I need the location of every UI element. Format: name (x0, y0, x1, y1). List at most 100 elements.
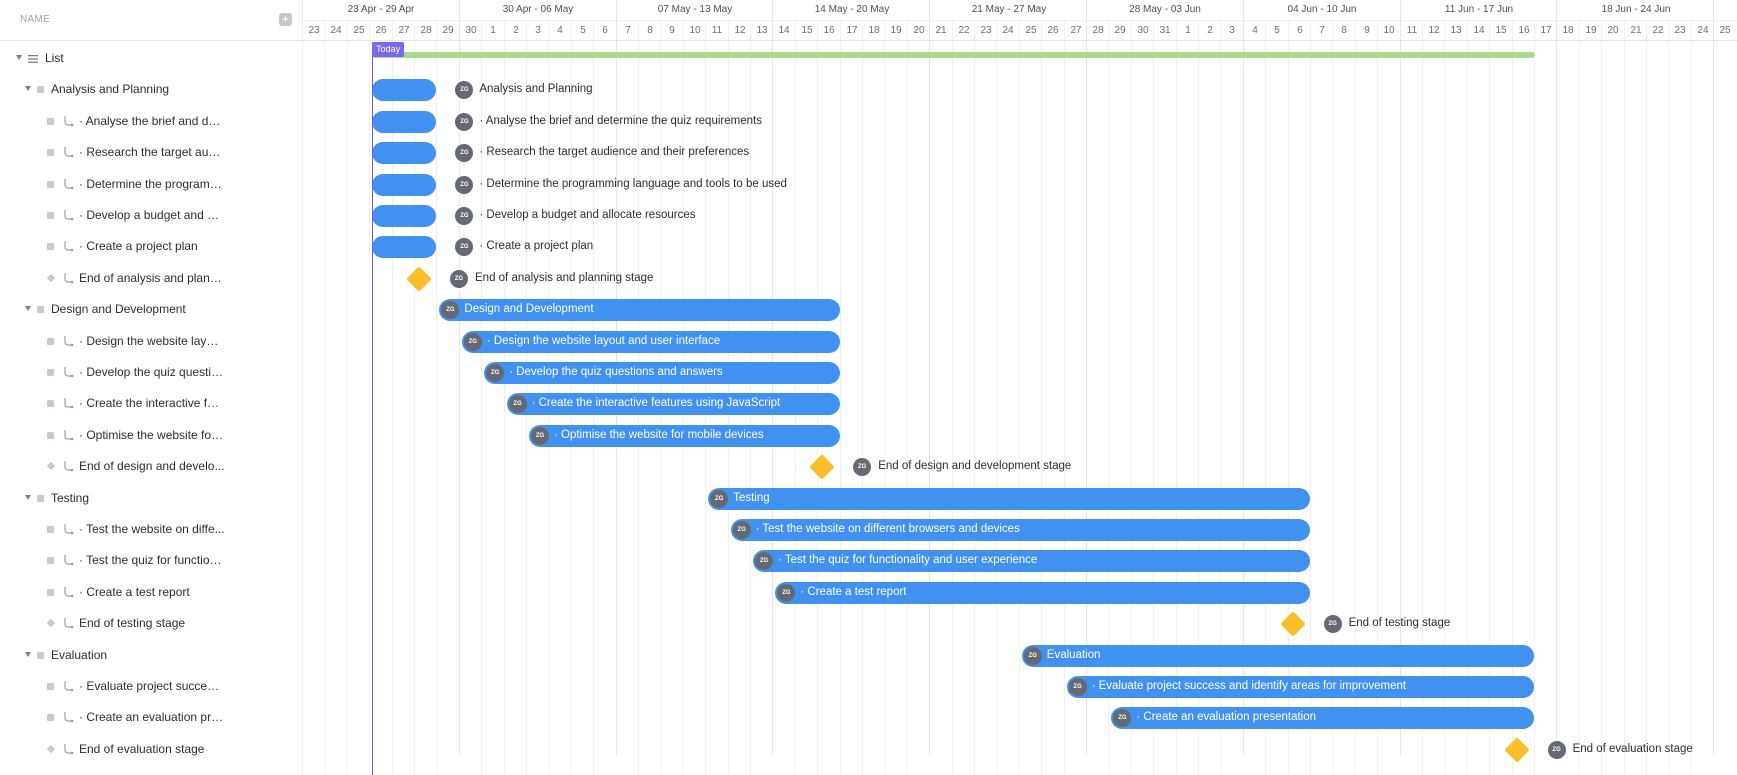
assignee-avatar[interactable]: ZG (463, 332, 482, 351)
milestone-label: End of analysis and planning stage (475, 271, 654, 284)
sidebar-row[interactable]: · Determine the programm... (0, 172, 302, 200)
task-bar[interactable] (372, 236, 437, 259)
assignee-avatar[interactable]: ZG (853, 458, 872, 477)
day-label: 24 (1002, 25, 1014, 36)
task-bar[interactable]: ZG · Test the website on different browse… (730, 519, 1310, 541)
task-bar[interactable]: ZG · Create the interactive features usin… (506, 393, 840, 416)
sidebar-row[interactable]: · Develop the quiz questio... (0, 360, 302, 388)
grid-line (1534, 20, 1535, 775)
task-bar[interactable]: ZG Testing (708, 487, 1310, 510)
caret-down-icon[interactable] (25, 651, 31, 657)
sidebar-row[interactable]: Design and Development (0, 297, 302, 325)
sidebar-row[interactable]: · Create the interactive fea... (0, 391, 302, 419)
task-bar[interactable]: ZG · Design the website layout and user i… (461, 330, 840, 353)
sidebar-row[interactable]: · Design the website layou... (0, 329, 302, 357)
day-label: 19 (890, 25, 902, 36)
assignee-avatar[interactable]: ZG (455, 207, 474, 225)
assignee-avatar[interactable]: ZG (455, 144, 474, 163)
sidebar-row[interactable]: Evaluation (0, 643, 302, 671)
sidebar-row[interactable]: List (0, 46, 302, 74)
day-label: 26 (375, 25, 387, 36)
task-label: · Design the website layout and user int… (486, 334, 721, 347)
task-bar[interactable] (372, 79, 437, 102)
milestone-diamond-icon[interactable] (1503, 737, 1530, 763)
sidebar-row[interactable]: · Create a project plan (0, 234, 302, 262)
sidebar-row[interactable]: · Test the website on diffe... (0, 517, 302, 545)
gantt-timeline: 23 Apr - 29 Apr 30 Apr - 06 May 07 May - 1… (302, 0, 1737, 775)
sidebar-row[interactable]: End of evaluation stage (0, 737, 302, 765)
task-label: Testing (733, 491, 770, 504)
sidebar-row[interactable]: End of testing stage (0, 611, 302, 639)
assignee-avatar[interactable]: ZG (777, 583, 796, 602)
status-square-icon (47, 683, 54, 690)
assignee-avatar[interactable]: ZG (1023, 646, 1042, 665)
subtask-link-icon (63, 115, 74, 128)
task-bar[interactable] (372, 110, 437, 133)
day-label: 30 (1137, 25, 1149, 36)
assignee-avatar[interactable]: ZG (450, 269, 468, 288)
assignee-avatar[interactable]: ZG (1113, 709, 1132, 728)
sidebar-row[interactable]: Testing (0, 486, 302, 514)
day-label: 25 (1025, 25, 1037, 36)
milestone-diamond-icon[interactable] (406, 266, 432, 292)
task-bar[interactable]: ZG Design and Development (439, 299, 840, 322)
task-bar[interactable]: ZG · Optimise the website for mobile devi… (529, 424, 840, 447)
task-bar[interactable]: ZG · Evaluate project success and identif… (1066, 676, 1534, 698)
list-summary-bar[interactable] (372, 52, 1535, 58)
assignee-avatar[interactable]: ZG (1068, 678, 1087, 696)
today-badge[interactable]: Today (372, 42, 405, 57)
task-bar[interactable] (372, 142, 437, 165)
task-bar[interactable]: ZG · Develop the quiz questions and answe… (484, 362, 840, 384)
task-label: · Develop the quiz questions and answers (509, 366, 723, 378)
assignee-avatar[interactable]: ZG (1547, 740, 1566, 759)
grid-line (974, 20, 975, 775)
assignee-avatar[interactable]: ZG (486, 364, 505, 382)
task-bar[interactable]: ZG · Test the quiz for functionality and … (753, 550, 1310, 573)
sidebar-row[interactable]: · Create an evaluation pre... (0, 705, 302, 733)
day-label: 16 (1518, 25, 1530, 36)
sidebar-row[interactable]: End of analysis and planni... (0, 266, 302, 294)
task-bar[interactable] (372, 173, 437, 196)
assignee-avatar[interactable]: ZG (1323, 615, 1342, 634)
milestone-diamond-icon[interactable] (809, 454, 835, 480)
sidebar-row[interactable]: · Research the target audi... (0, 140, 302, 168)
caret-down-icon[interactable] (25, 86, 31, 92)
assignee-avatar[interactable]: ZG (508, 395, 527, 414)
assignee-avatar[interactable]: ZG (455, 238, 474, 257)
task-label: · Create an evaluation presentation (1136, 711, 1317, 724)
task-bar[interactable]: ZG · Create an evaluation presentation (1111, 707, 1534, 730)
sidebar-row[interactable]: · Create a test report (0, 580, 302, 608)
sidebar-row[interactable]: · Develop a budget and all... (0, 203, 302, 231)
caret-down-icon[interactable] (25, 494, 31, 500)
subtask-link-icon (63, 554, 74, 567)
task-bar[interactable] (372, 205, 437, 227)
assignee-avatar[interactable]: ZG (710, 489, 729, 508)
grid-line (1624, 20, 1625, 775)
assignee-avatar[interactable]: ZG (531, 426, 549, 445)
milestone-diamond-icon[interactable] (1279, 611, 1306, 637)
day-label: 11 (1406, 25, 1418, 36)
assignee-avatar[interactable]: ZG (732, 521, 751, 539)
caret-down-icon[interactable] (16, 55, 22, 60)
assignee-avatar[interactable]: ZG (455, 81, 474, 100)
grid-line (1668, 20, 1669, 775)
sidebar-row[interactable]: · Analyse the brief and det... (0, 109, 302, 137)
sidebar-row[interactable]: · Test the quiz for function... (0, 548, 302, 576)
task-bar[interactable]: ZG Evaluation (1021, 644, 1534, 667)
assignee-avatar[interactable]: ZG (455, 175, 474, 194)
sidebar-row[interactable]: End of design and develo... (0, 454, 302, 482)
assignee-avatar[interactable]: ZG (755, 552, 773, 571)
add-column-icon[interactable]: + (279, 13, 292, 26)
day-label: 9 (669, 25, 675, 36)
task-bar[interactable]: ZG · Create a test report (775, 581, 1310, 604)
assignee-avatar[interactable]: ZG (455, 112, 474, 131)
status-square-icon (37, 494, 44, 502)
grid-line (1019, 20, 1020, 775)
sidebar-row[interactable]: · Optimise the website for ... (0, 423, 302, 451)
sidebar-row[interactable]: Analysis and Planning (0, 77, 302, 105)
week-label: 14 May - 20 May (814, 4, 890, 15)
day-label: 21 (1630, 25, 1642, 36)
assignee-avatar[interactable]: ZG (441, 301, 460, 320)
sidebar-row[interactable]: · Evaluate project success ... (0, 674, 302, 702)
caret-down-icon[interactable] (25, 306, 31, 312)
